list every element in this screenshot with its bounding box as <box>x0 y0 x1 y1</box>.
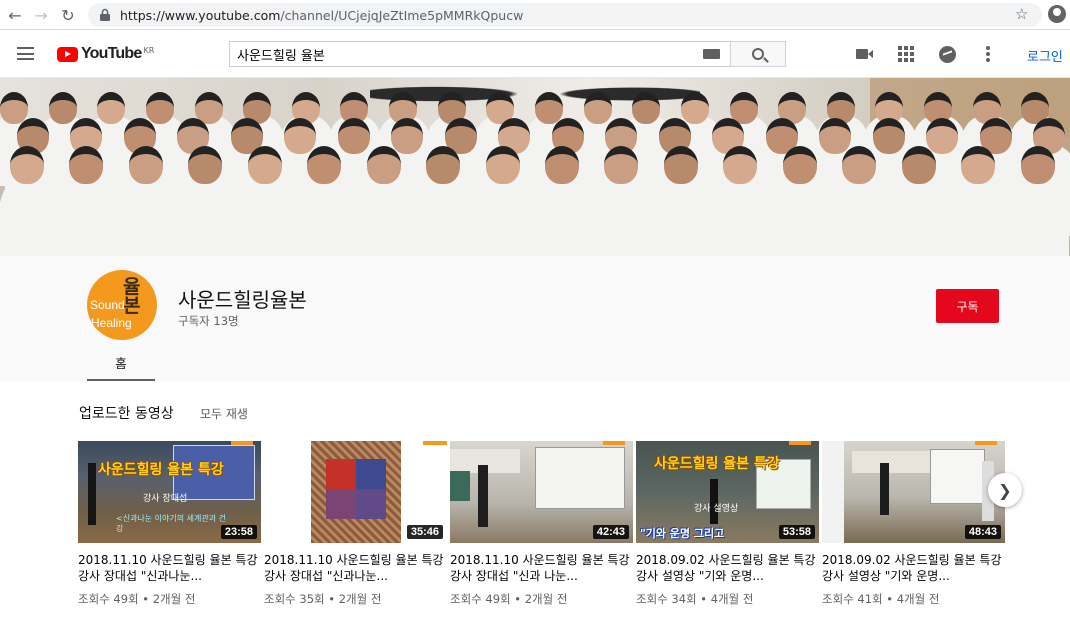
video-item[interactable]: 사운드힐링 율본 특강 강사 설영상 "기와 운명 그리고 53:58 2018… <box>636 441 819 607</box>
video-camera-icon[interactable] <box>856 46 874 62</box>
logo-country-code: KR <box>143 45 155 55</box>
video-meta: 조회수 35회 • 2개월 전 <box>264 592 382 606</box>
hamburger-icon[interactable] <box>17 47 34 60</box>
video-title[interactable]: 2018.11.10 사운드힐링 율본 특강 강사 장대섭 "신과 나눈... <box>450 552 633 584</box>
channel-name: 사운드힐링율본 <box>178 288 307 312</box>
video-item[interactable]: 35:46 2018.11.10 사운드힐링 율본 특강 강사 장대섭 "신과나… <box>264 441 447 607</box>
url-host: https://www.youtube.com <box>120 7 281 23</box>
youtube-logo[interactable]: YouTube KR <box>57 45 154 63</box>
video-duration: 53:58 <box>778 525 815 539</box>
avatar-text-healing: Healing <box>91 316 132 330</box>
search-icon <box>752 48 764 60</box>
arrow-left-icon[interactable]: ← <box>2 2 28 28</box>
chevron-right-icon[interactable]: ❯ <box>988 473 1022 507</box>
video-title[interactable]: 2018.09.02 사운드힐링 율본 특강 강사 설영상 "기와 운명... <box>636 552 819 584</box>
account-icon[interactable] <box>1048 5 1066 23</box>
video-thumbnail[interactable]: 사운드힐링 율본 특강 강사 설영상 "기와 운명 그리고 53:58 <box>636 441 819 543</box>
video-thumbnail[interactable]: 48:43 <box>822 441 1005 543</box>
video-title[interactable]: 2018.11.10 사운드힐링 율본 특강 강사 장대섭 "신과나눈... <box>78 552 261 584</box>
video-item[interactable]: 42:43 2018.11.10 사운드힐링 율본 특강 강사 장대섭 "신과 … <box>450 441 633 607</box>
youtube-play-icon <box>57 46 78 62</box>
video-item[interactable]: 48:43 2018.09.02 사운드힐링 율본 특강 강사 설영상 "기와 … <box>822 441 1005 607</box>
reload-icon[interactable]: ↻ <box>55 2 81 28</box>
video-thumbnail[interactable]: 사운드힐링 율본 특강 강사 장대섭 <신과나눈 이야기의 세계관과 건강 23… <box>78 441 261 543</box>
thumbnail-overlay-sub2: "기와 운명 그리고 <box>640 527 725 540</box>
thumbnail-overlay-title: 사운드힐링 율본 특강 <box>98 462 224 478</box>
avatar-text-sound: Sound <box>90 298 125 312</box>
thumbnail-overlay-sub: 강사 장대섭 <box>143 494 188 504</box>
play-all-link[interactable]: 모두 재생 <box>200 405 248 422</box>
video-title[interactable]: 2018.11.10 사운드힐링 율본 특강 강사 장대섭 "신과나눈... <box>264 552 447 584</box>
tab-home[interactable]: 홈 <box>87 346 155 381</box>
address-bar[interactable]: https://www.youtube.com/channel/UCjejqJe… <box>88 3 1042 27</box>
video-meta: 조회수 49회 • 2개월 전 <box>78 592 196 606</box>
channel-header: 율본 Sound Healing 사운드힐링율본 구독자 13명 구독 홈 <box>0 256 1070 381</box>
login-link[interactable]: 로그인 <box>1027 46 1063 65</box>
thumbnail-overlay-sub: 강사 설영상 <box>694 504 739 514</box>
channel-banner <box>0 78 1070 256</box>
apps-grid-icon[interactable] <box>898 46 916 62</box>
video-duration: 48:43 <box>964 525 1001 539</box>
url-path: /channel/UCjejqJeZtIme5pMMRkQpucw <box>280 7 524 23</box>
video-duration: 35:46 <box>406 525 443 539</box>
search-button[interactable] <box>730 41 786 67</box>
more-vert-icon[interactable] <box>986 46 990 62</box>
keyboard-icon[interactable] <box>703 49 720 59</box>
avatar-hanja: 율본 <box>123 276 141 317</box>
shelf-title[interactable]: 업로드한 동영상 <box>79 403 174 423</box>
search-input-value: 사운드힐링 율본 <box>237 48 325 64</box>
star-icon[interactable]: ☆ <box>1015 5 1028 23</box>
video-duration: 23:58 <box>220 525 257 539</box>
thumbnail-overlay-title: 사운드힐링 율본 특강 <box>654 456 780 472</box>
messages-icon[interactable] <box>939 46 956 63</box>
logo-text: YouTube <box>81 45 142 62</box>
video-meta: 조회수 34회 • 4개월 전 <box>636 592 754 606</box>
arrow-right-icon[interactable]: → <box>28 2 54 28</box>
video-meta: 조회수 41회 • 4개월 전 <box>822 592 940 606</box>
video-item[interactable]: 사운드힐링 율본 특강 강사 장대섭 <신과나눈 이야기의 세계관과 건강 23… <box>78 441 261 607</box>
video-thumbnail[interactable]: 35:46 <box>264 441 447 543</box>
video-meta: 조회수 49회 • 2개월 전 <box>450 592 568 606</box>
youtube-masthead: YouTube KR 사운드힐링 율본 로그인 <box>0 30 1070 78</box>
subscriber-count: 구독자 13명 <box>178 314 239 328</box>
video-duration: 42:43 <box>592 525 629 539</box>
search-input[interactable]: 사운드힐링 율본 <box>229 41 730 67</box>
video-thumbnail[interactable]: 42:43 <box>450 441 633 543</box>
lock-icon <box>100 8 110 21</box>
video-title[interactable]: 2018.09.02 사운드힐링 율본 특강 강사 설영상 "기와 운명... <box>822 552 1005 584</box>
channel-content: 업로드한 동영상 모두 재생 사운드힐링 율본 특강 강사 장대섭 <신과나눈 … <box>0 381 1070 620</box>
browser-toolbar: ← → ↻ https://www.youtube.com/channel/UC… <box>0 0 1070 30</box>
channel-avatar[interactable]: 율본 Sound Healing <box>87 270 157 340</box>
thumbnail-overlay-sub2: <신과나눈 이야기의 세계관과 건강 <box>116 514 227 533</box>
subscribe-button[interactable]: 구독 <box>936 289 999 323</box>
